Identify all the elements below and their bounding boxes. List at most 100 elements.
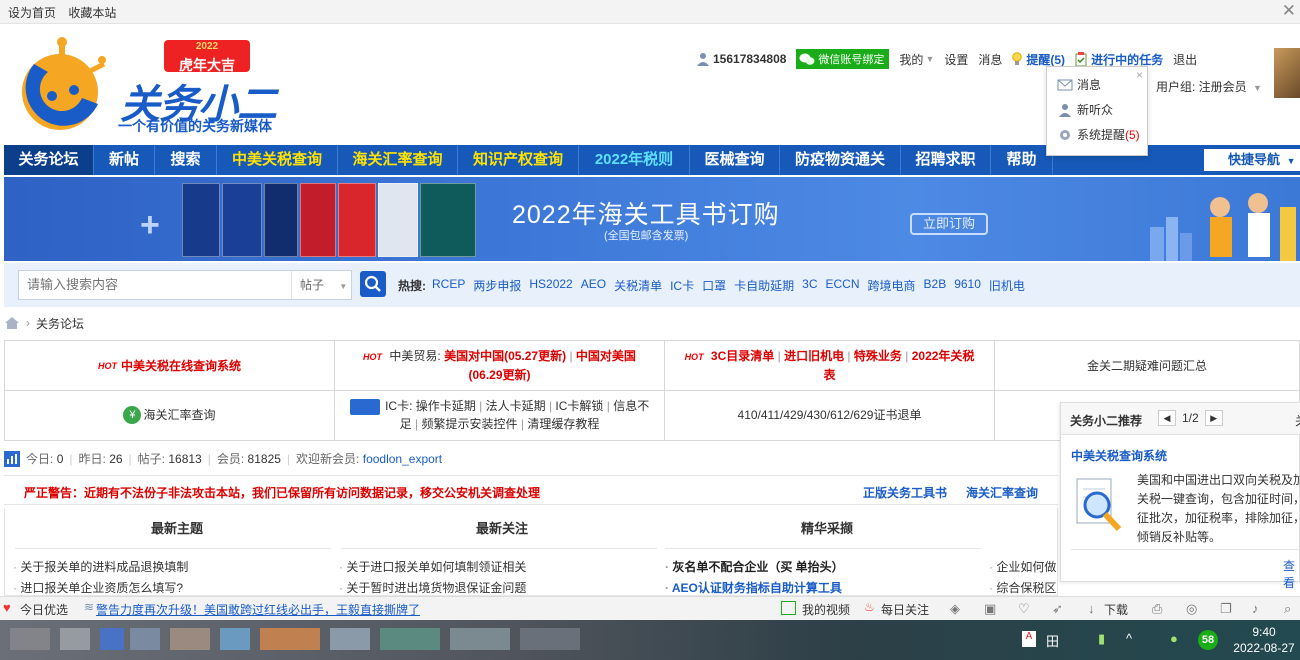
nav-item-search[interactable]: 搜索 (155, 145, 217, 175)
nav-item-exchange[interactable]: 海关汇率查询 (338, 145, 458, 175)
ic-link[interactable]: 频繁提示安装控件 (421, 417, 517, 431)
list-item[interactable]: · 进口报关单企业资质怎么填写? (13, 579, 183, 596)
toolbook-link[interactable]: 正版关务工具书 (863, 484, 947, 501)
nav-item-new-posts[interactable]: 新帖 (94, 145, 155, 175)
list-item[interactable]: · 企业如何做 (989, 558, 1056, 575)
avatar[interactable] (1274, 48, 1300, 98)
logout-link[interactable]: 退出 (1173, 51, 1197, 68)
taskbar-app-blurred[interactable] (100, 628, 124, 650)
tasks-link[interactable]: 进行中的任务 (1075, 51, 1163, 68)
popup-item-system[interactable]: 系统提醒 (5) (1057, 126, 1140, 143)
my-video-button[interactable]: 我的视频 (802, 601, 850, 618)
taskbar-clock[interactable]: 9:40 2022-08-27 (1228, 624, 1300, 656)
nav-item-epidemic[interactable]: 防疫物资通关 (780, 145, 901, 175)
hot-keyword[interactable]: HS2022 (529, 277, 572, 294)
list-item[interactable]: · 关于进口报关单如何填制领证相关 (339, 558, 526, 575)
recommend-item-title[interactable]: 中美关税查询系统 (1071, 447, 1167, 464)
volume-icon[interactable]: ♪ (1252, 601, 1259, 616)
nav-item-help[interactable]: 帮助 (991, 145, 1053, 175)
nav-item-jobs[interactable]: 招聘求职 (901, 145, 991, 175)
nav-item-ip[interactable]: 知识产权查询 (458, 145, 579, 175)
keyboard-tray-icon[interactable]: 田 (1046, 631, 1059, 650)
pdf-tray-icon[interactable]: A (1022, 631, 1036, 647)
quicklink-exchange[interactable]: ¥ 海关汇率查询 (4, 390, 335, 441)
link-special-business[interactable]: 特殊业务 (854, 349, 902, 363)
taskbar-app-blurred[interactable] (450, 628, 510, 650)
list-item[interactable]: · 灰名单不配合企业（买 单抬头） (665, 558, 844, 575)
reminders-link[interactable]: 提醒(5) (1012, 51, 1065, 68)
view-link[interactable]: 查看 (1283, 557, 1299, 591)
trade-link-us[interactable]: 美国对中国(05.27更新) (444, 349, 566, 363)
site-logo[interactable]: 2022 虎年大吉 关务小二 一个有价值的关务新媒体 (4, 34, 294, 138)
hot-keyword[interactable]: 口罩 (702, 277, 726, 294)
ic-link[interactable]: IC卡解锁 (555, 399, 603, 413)
search-input[interactable] (27, 277, 287, 292)
taskbar-app-blurred[interactable] (220, 628, 250, 650)
chevron-up-icon[interactable]: ^ (1126, 631, 1132, 646)
quicklink-tariff-system[interactable]: HOT 中美关税在线查询系统 (4, 341, 335, 391)
popup-close-icon[interactable]: × (1136, 68, 1143, 82)
ic-link[interactable]: 操作卡延期 (416, 399, 476, 413)
taskbar-app-blurred[interactable] (260, 628, 320, 650)
taskbar-app-blurred[interactable] (380, 628, 440, 650)
nav-item-tariff-2022[interactable]: 2022年税则 (579, 145, 690, 175)
hot-keyword[interactable]: ECCN (825, 277, 859, 294)
list-item[interactable]: · AEO认证财务指标自助计算工具 (665, 579, 842, 596)
hot-keyword[interactable]: 旧机电 (989, 277, 1025, 294)
notification-badge[interactable]: 58 (1198, 630, 1218, 650)
hot-keyword[interactable]: RCEP (432, 277, 465, 294)
bookmark-link[interactable]: 收藏本站 (68, 6, 116, 20)
daily-follow-button[interactable]: 每日关注 (881, 601, 929, 618)
quicklink-certificate[interactable]: 410/411/429/430/612/629证书退单 (664, 390, 995, 441)
close-icon[interactable]: ✕ (1282, 1, 1296, 21)
hot-keyword[interactable]: AEO (581, 277, 606, 294)
hot-keyword[interactable]: B2B (924, 277, 947, 294)
list-item[interactable]: · 关于报关单的进料成品退换填制 (13, 558, 188, 575)
promo-banner[interactable]: + 2022年海关工具书订购 (全国包邮含发票) 立即订购 (4, 177, 1300, 261)
taskbar-app-blurred[interactable] (170, 628, 210, 650)
taskbar-app-blurred[interactable] (10, 628, 50, 650)
messages-link[interactable]: 消息 (978, 51, 1002, 68)
my-menu[interactable]: 我的 ▼ (899, 51, 934, 68)
taskbar-app-blurred[interactable] (330, 628, 370, 650)
taskbar-app-blurred[interactable] (130, 628, 160, 650)
prev-page-button[interactable]: ◀ (1158, 410, 1176, 426)
taskbar-app-blurred[interactable] (520, 628, 580, 650)
set-homepage-link[interactable]: 设为首页 (8, 6, 56, 20)
download-button[interactable]: 下载 (1104, 601, 1128, 618)
hot-keyword[interactable]: 3C (802, 277, 817, 294)
search-scope-select[interactable]: 帖子 ▼ (291, 271, 351, 299)
heartbeat-icon[interactable]: ♡ (1018, 601, 1030, 617)
user-account[interactable]: 15617834808 (696, 52, 786, 66)
user-phone[interactable]: 15617834808 (713, 52, 786, 66)
image-icon[interactable]: ▣ (984, 601, 996, 617)
new-member-link[interactable]: foodlon_export (363, 452, 442, 466)
breadcrumb-current[interactable]: 关务论坛 (36, 315, 84, 332)
hot-keyword[interactable]: IC卡 (670, 277, 694, 294)
nav-item-medical[interactable]: 医械查询 (690, 145, 780, 175)
popup-item-listeners[interactable]: 新听众 (1057, 101, 1113, 118)
link-3c-catalog[interactable]: 3C目录清单 (711, 349, 774, 363)
popup-item-messages[interactable]: 消息 (1057, 76, 1101, 93)
exchange-rate-link[interactable]: 海关汇率查询 (966, 484, 1038, 501)
wechat-tray-icon[interactable]: ● (1170, 631, 1178, 646)
list-item[interactable]: · 关于暂时进出境货物退保证金问题 (339, 579, 526, 596)
quick-nav-button[interactable]: 快捷导航 ▼ (1204, 149, 1300, 171)
order-now-button[interactable]: 立即订购 (910, 213, 988, 235)
ic-link[interactable]: 法人卡延期 (486, 399, 546, 413)
home-icon[interactable] (4, 316, 20, 330)
hot-keyword[interactable]: 跨境电商 (868, 277, 916, 294)
nav-item-forum[interactable]: 关务论坛 (4, 145, 94, 175)
today-pick-link[interactable]: 今日优选 (20, 601, 68, 618)
list-item[interactable]: · 综合保税区 (989, 579, 1056, 596)
news-ticker-link[interactable]: 警告力度再次升级！美国敢跨过红线必出手，王毅直接撕牌了 (96, 601, 420, 618)
usergroup-menu[interactable]: 用户组: 注册会员 ▼ (1156, 78, 1262, 95)
printer-icon[interactable]: ⎙ (1152, 601, 1162, 617)
hot-keyword[interactable]: 两步申报 (473, 277, 521, 294)
taskbar-app-blurred[interactable] (60, 628, 90, 650)
window-icon[interactable]: ❐ (1220, 601, 1232, 617)
search-button[interactable] (360, 271, 386, 297)
nav-item-tariff[interactable]: 中美关税查询 (217, 145, 338, 175)
hot-keyword[interactable]: 卡自助延期 (734, 277, 794, 294)
quicklink-golden-customs[interactable]: 金关二期疑难问题汇总 (994, 341, 1300, 391)
